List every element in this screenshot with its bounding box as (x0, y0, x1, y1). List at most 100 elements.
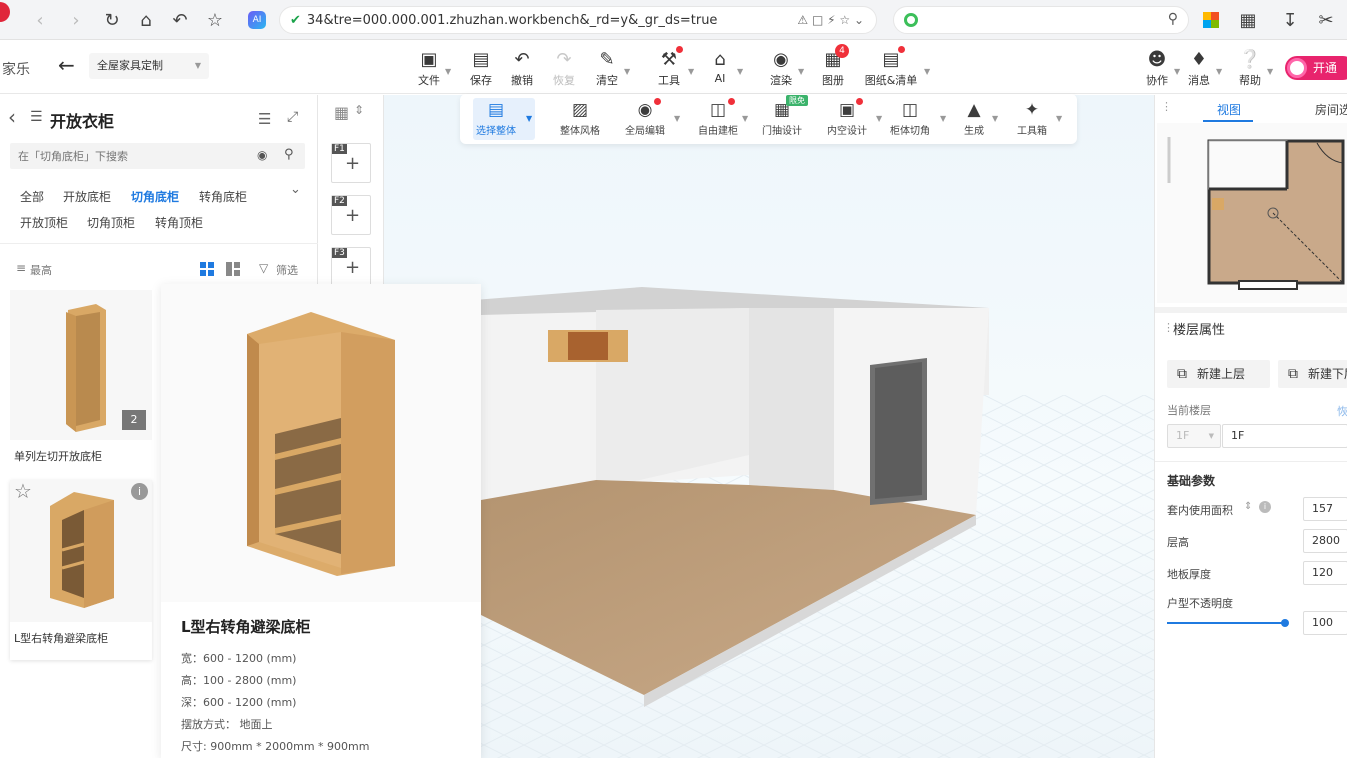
sort-icon[interactable]: ≡ (16, 261, 26, 275)
cat-corner-top[interactable]: 转角顶柜 (155, 214, 203, 231)
tool-drawings-caret[interactable]: ▼ (924, 67, 930, 76)
cat-cut-base[interactable]: 切角底柜 (131, 188, 179, 205)
site-tools-icon[interactable]: ⚠ □ ⚡ ☆ ⌄ (797, 13, 864, 27)
tool-ai-caret[interactable]: ▼ (737, 67, 743, 76)
tool-message-caret[interactable]: ▼ (1216, 67, 1222, 76)
area-input[interactable]: 157 (1303, 497, 1347, 521)
tool-message[interactable]: ♦ 消息 (1179, 50, 1219, 88)
shrink-icon[interactable]: ⤢ (287, 109, 298, 125)
panel-back-icon[interactable]: ‹ (8, 105, 16, 129)
floor-tile-f3[interactable]: F3 + (331, 247, 371, 287)
tool-tools[interactable]: ⚒ 工具 (649, 50, 689, 88)
address-bar[interactable]: ✔ 34&tre=000.000.001.zhuzhan.workbench&_… (279, 6, 877, 34)
cat-corner-base[interactable]: 转角底柜 (199, 188, 247, 205)
forward-icon[interactable]: › (64, 8, 88, 32)
info-icon[interactable]: i (131, 483, 148, 500)
restore-link[interactable]: 恢 (1337, 403, 1347, 419)
list-view-icon[interactable] (226, 262, 240, 276)
back-arrow-icon[interactable]: ← (58, 53, 75, 77)
height-input[interactable]: 2800 (1303, 529, 1347, 553)
reader-icon[interactable]: ▦ (1236, 8, 1260, 32)
tool-file[interactable]: ▣ 文件 (409, 50, 449, 88)
new-lower-floor-button[interactable]: ⧉ 新建下层 (1278, 360, 1347, 388)
info-icon[interactable]: i (1259, 501, 1271, 513)
grid-view-icon[interactable] (200, 262, 214, 276)
tab-view[interactable]: 视图 (1217, 101, 1241, 118)
tool-undo[interactable]: ↶ 撤销 (502, 50, 542, 88)
up-down-icon[interactable]: ⇕ (354, 103, 364, 117)
expand-cats-icon[interactable]: ⌄ (290, 182, 301, 197)
filter-label[interactable]: 筛选 (276, 262, 298, 278)
floor-tile-f1[interactable]: F1 + (331, 143, 371, 183)
browser-search[interactable]: ⚲ (893, 6, 1189, 34)
drag-handle-icon[interactable]: ⋮ (1161, 100, 1172, 113)
tb2-select-all[interactable]: ▤ 选择整体 (476, 100, 516, 137)
cat-open-base[interactable]: 开放底柜 (63, 188, 111, 205)
product-card[interactable]: 2 单列左切开放底柜 (10, 290, 152, 473)
tool-tools-caret[interactable]: ▼ (688, 67, 694, 76)
tool-file-caret[interactable]: ▼ (445, 67, 451, 76)
tb2-cut-caret[interactable]: ▼ (940, 114, 946, 123)
tb2-cut-corner[interactable]: ◫ 柜体切角 (890, 100, 930, 137)
opacity-slider-track[interactable] (1167, 619, 1289, 627)
cat-cut-top[interactable]: 切角顶柜 (87, 214, 135, 231)
tb2-global-edit[interactable]: ◉ 全局编辑 (625, 100, 665, 137)
scheme-select[interactable]: 全屋家具定制 ▼ (89, 53, 209, 79)
tb2-generate[interactable]: ▲ 生成 (964, 100, 984, 137)
reload-icon[interactable]: ↻ (100, 8, 124, 32)
cat-open-top[interactable]: 开放顶柜 (20, 214, 68, 231)
tool-collab[interactable]: ☻ 协作 (1137, 50, 1177, 88)
floor-select[interactable]: 1F ▼ (1167, 424, 1221, 448)
apps-icon[interactable] (1203, 12, 1219, 28)
back-icon[interactable]: ‹ (28, 8, 52, 32)
tb2-free-build[interactable]: ◫ 自由建柜 (698, 100, 738, 137)
cat-all[interactable]: 全部 (20, 188, 44, 205)
collapse-list-icon[interactable]: ☰ (258, 110, 271, 128)
product-card-selected[interactable]: ☆ i L型右转角避梁底柜 (10, 479, 152, 660)
floor-name-input[interactable]: 1F (1222, 424, 1347, 448)
tool-help-caret[interactable]: ▼ (1267, 67, 1273, 76)
floor-thickness-input[interactable]: 120 (1303, 561, 1347, 585)
undo-tab-icon[interactable]: ↶ (168, 8, 192, 32)
opacity-slider-thumb[interactable] (1281, 619, 1289, 627)
tool-clear[interactable]: ✎ 清空 (587, 50, 627, 88)
ai-icon[interactable]: AI (245, 8, 269, 32)
sort-updown-icon[interactable]: ⇕ (1244, 501, 1252, 512)
tool-drawings[interactable]: ▤ 图纸&清单 (862, 50, 920, 88)
tool-save[interactable]: ▤ 保存 (461, 50, 501, 88)
cube-view-icon[interactable]: ▦ (334, 103, 349, 122)
tool-help[interactable]: ❔ 帮助 (1230, 50, 1270, 88)
new-upper-floor-button[interactable]: ⧉ 新建上层 (1167, 360, 1270, 388)
vip-button[interactable]: 开通 (1285, 56, 1347, 80)
tb2-select-caret[interactable]: ▼ (526, 114, 532, 123)
search-icon[interactable]: ⚲ (1168, 11, 1178, 27)
filter-icon[interactable]: ▽ (259, 261, 268, 275)
tb2-free-caret[interactable]: ▼ (742, 114, 748, 123)
image-search-icon[interactable]: ◉ (257, 148, 267, 162)
favorite-star-icon[interactable]: ☆ (14, 479, 32, 503)
tb2-global-caret[interactable]: ▼ (674, 114, 680, 123)
opacity-input[interactable]: 100 (1303, 611, 1347, 635)
scissors-icon[interactable]: ✂ (1314, 8, 1338, 32)
tb2-inner-design[interactable]: ▣ 内空设计 (827, 100, 867, 137)
tb2-toolbox-caret[interactable]: ▼ (1056, 114, 1062, 123)
3d-viewport[interactable] (384, 95, 1154, 758)
star-icon[interactable]: ☆ (203, 8, 227, 32)
tool-ai[interactable]: ⌂ AI (700, 50, 740, 86)
tab-room[interactable]: 房间选 (1315, 101, 1347, 118)
tool-render-caret[interactable]: ▼ (798, 67, 804, 76)
tool-clear-caret[interactable]: ▼ (624, 67, 630, 76)
tb2-style[interactable]: ▨ 整体风格 (560, 100, 600, 137)
home-icon[interactable]: ⌂ (134, 8, 158, 32)
tb2-inner-caret[interactable]: ▼ (876, 114, 882, 123)
floor-tile-f2[interactable]: F2 + (331, 195, 371, 235)
minimap[interactable] (1157, 123, 1347, 303)
catalog-search-input[interactable] (10, 143, 240, 169)
tb2-gen-caret[interactable]: ▼ (992, 114, 998, 123)
search-icon[interactable]: ⚲ (284, 147, 294, 162)
tb2-toolbox[interactable]: ✦ 工具箱 (1017, 100, 1047, 137)
catalog-search[interactable]: ◉ ⚲ (10, 143, 305, 169)
download-icon[interactable]: ↧ (1278, 8, 1302, 32)
tool-redo[interactable]: ↷ 恢复 (544, 50, 584, 88)
tool-render[interactable]: ◉ 渲染 (761, 50, 801, 88)
